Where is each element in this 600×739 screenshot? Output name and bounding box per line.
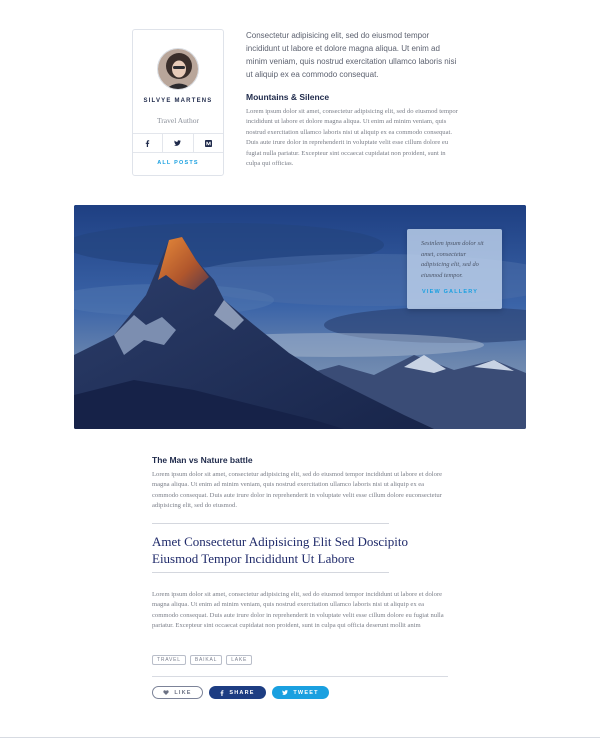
tweet-button[interactable]: TWEET	[272, 686, 329, 699]
actions-divider	[152, 676, 448, 677]
tag-travel[interactable]: TRAVEL	[152, 655, 186, 665]
like-button[interactable]: LIKE	[152, 686, 203, 699]
tag-lake[interactable]: LAKE	[226, 655, 253, 665]
pull-quote-line-2: Eiusmod Tempor Incididunt Ut Labore	[152, 551, 355, 566]
section-title-battle: The Man vs Nature battle	[152, 455, 253, 465]
twitter-icon	[282, 690, 289, 695]
all-posts-link[interactable]: ALL POSTS	[133, 160, 223, 166]
medium-link[interactable]	[194, 134, 223, 152]
facebook-icon	[145, 139, 150, 147]
pull-quote: Amet Consectetur Adipisicing Elit Sed Do…	[152, 533, 422, 567]
author-name: SILVYE MARTENS	[143, 98, 213, 104]
tag-list: TRAVEL BAIKAL LAKE	[152, 655, 253, 665]
quote-divider-bottom	[152, 572, 389, 573]
section-body-mountains: Lorem ipsum dolor sit amet, consectetur …	[246, 108, 458, 168]
gallery-callout: Sesinlem ipsum dolor sit amet, consectet…	[407, 229, 502, 309]
heart-icon	[163, 690, 169, 695]
intro-text: Consectetur adipisicing elit, sed do eiu…	[246, 31, 457, 79]
share-button[interactable]: SHARE	[209, 686, 266, 699]
like-label: LIKE	[174, 689, 192, 696]
social-links	[133, 133, 223, 153]
medium-icon	[204, 139, 212, 147]
page-bottom-divider	[0, 737, 600, 738]
view-gallery-link[interactable]: VIEW GALLERY	[422, 289, 478, 295]
hero-image: Sesinlem ipsum dolor sit amet, consectet…	[74, 205, 526, 429]
pull-quote-line-1: Amet Consectetur Adipisicing Elit Sed Do…	[152, 534, 409, 549]
author-card: SILVYE MARTENS Travel Author ALL POSTS	[132, 29, 224, 176]
section-body-closing: Lorem ipsum dolor sit amet, consectetur …	[152, 591, 444, 630]
quote-divider-top	[152, 523, 389, 524]
twitter-icon	[174, 140, 182, 146]
share-label: SHARE	[229, 689, 255, 696]
section-title-mountains: Mountains & Silence	[246, 92, 330, 102]
tweet-label: TWEET	[293, 689, 319, 696]
section-body-battle: Lorem ipsum dolor sit amet, consectetur …	[152, 471, 443, 510]
tag-baikal[interactable]: BAIKAL	[189, 655, 223, 665]
facebook-icon	[220, 689, 224, 696]
author-role: Travel Author	[156, 116, 199, 125]
avatar[interactable]	[157, 48, 199, 90]
facebook-link[interactable]	[133, 134, 164, 152]
twitter-link[interactable]	[163, 134, 194, 152]
gallery-caption: Sesinlem ipsum dolor sit amet, consectet…	[421, 240, 484, 279]
